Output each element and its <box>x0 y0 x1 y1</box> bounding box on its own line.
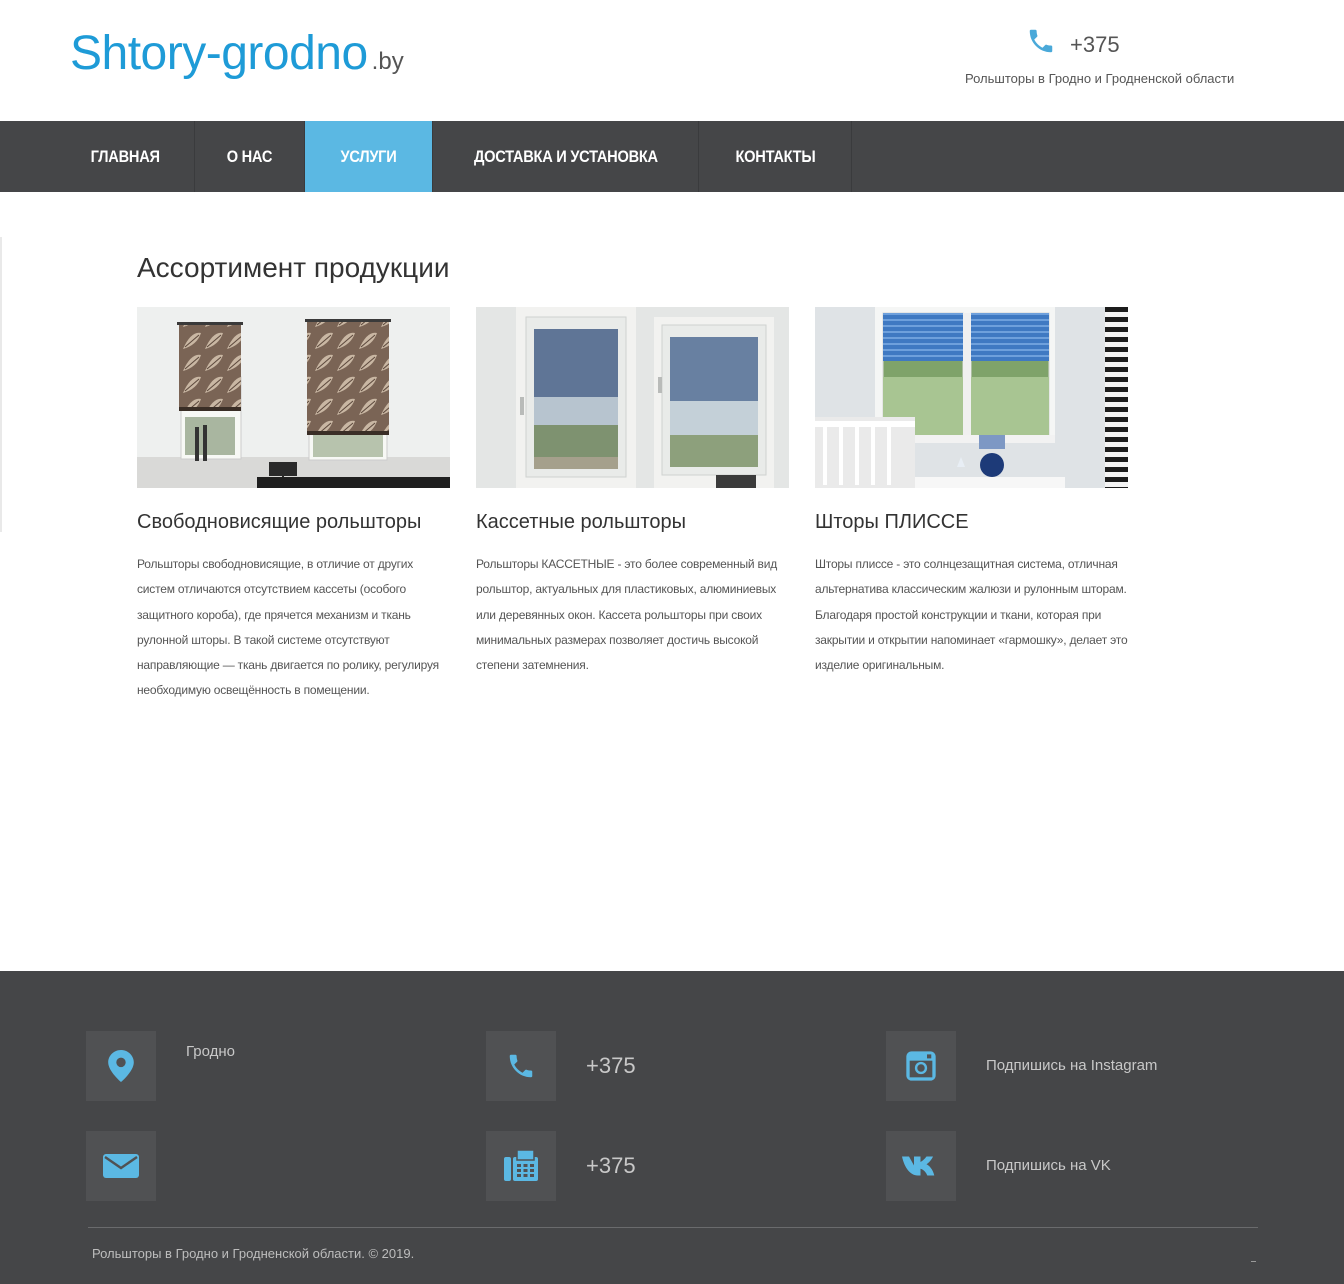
phone-icon <box>1029 29 1053 53</box>
map-marker-icon <box>108 1050 134 1082</box>
nav-item-home[interactable]: ГЛАВНАЯ <box>56 121 195 192</box>
fax-icon <box>504 1149 538 1181</box>
footer-vk-link[interactable]: Подпишись на VK <box>986 1157 1111 1174</box>
footer-phone-box <box>486 1031 556 1101</box>
instagram-icon <box>906 1051 936 1081</box>
nav-item-contacts[interactable]: КОНТАКТЫ <box>699 121 852 192</box>
footer-fax[interactable]: +375 <box>586 1153 636 1179</box>
product-card: Свободновисящие рольшторы Рольшторы своб… <box>137 307 450 697</box>
nav-item-services[interactable]: УСЛУГИ <box>305 121 433 192</box>
phone-icon <box>509 1054 533 1078</box>
product-card: Кассетные рольшторы Рольшторы КАССЕТНЫЕ … <box>476 307 789 672</box>
footer-vk-box[interactable] <box>886 1131 956 1201</box>
vk-icon <box>902 1156 935 1176</box>
header-phone[interactable]: +375 <box>1026 24 1136 64</box>
main-nav: ГЛАВНАЯ О НАС УСЛУГИ ДОСТАВКА И УСТАНОВК… <box>0 121 1344 192</box>
footer-phone[interactable]: +375 <box>586 1053 636 1079</box>
footer-divider <box>88 1227 1258 1228</box>
header-tagline: Рольшторы в Гродно и Гродненской области <box>965 71 1235 86</box>
logo-tld: .by <box>371 48 404 75</box>
footer-email-box <box>86 1131 156 1201</box>
footer-instagram-link[interactable]: Подпишись на Instagram <box>986 1057 1157 1074</box>
product-image-free-hanging[interactable] <box>137 307 450 488</box>
product-description: Шторы плиссе - это солнцезащитная систем… <box>815 557 1128 673</box>
header-phone-number: +375 <box>1070 32 1120 57</box>
logo-text: Shtory-grodno <box>70 27 368 80</box>
footer-instagram-box[interactable] <box>886 1031 956 1101</box>
footer-location-box <box>86 1031 156 1101</box>
site-header: Shtory-grodno .by +375 Рольшторы в Гродно… <box>0 0 1344 121</box>
left-edge-line <box>0 237 2 532</box>
product-image-cassette[interactable] <box>476 307 789 488</box>
nav-item-delivery[interactable]: ДОСТАВКА И УСТАНОВКА <box>433 121 699 192</box>
product-description: Рольшторы свободновисящие, в отличие от … <box>137 557 439 698</box>
product-title[interactable]: Свободновисящие рольшторы <box>137 511 421 534</box>
footer-city: Гродно <box>186 1043 236 1060</box>
product-title[interactable]: Шторы ПЛИССЕ <box>815 511 969 534</box>
footer-fax-box <box>486 1131 556 1201</box>
nav-item-about[interactable]: О НАС <box>195 121 305 192</box>
footer-copyright: Рольшторы в Гродно и Гродненской области… <box>92 1246 415 1261</box>
product-card: Шторы ПЛИССЕ Шторы плиссе - это солнцеза… <box>815 307 1128 672</box>
footer-decoration <box>1251 1261 1256 1262</box>
product-description: Рольшторы КАССЕТНЫЕ - это более современ… <box>476 557 778 673</box>
envelope-icon <box>103 1154 139 1178</box>
page-title: Ассортимент продукции <box>137 252 450 283</box>
site-logo[interactable]: Shtory-grodno .by <box>70 26 404 81</box>
product-image-plisse[interactable] <box>815 307 1128 488</box>
site-footer: Гродно +375 Подпишись на Instagram +375 … <box>0 971 1344 1284</box>
product-title[interactable]: Кассетные рольшторы <box>476 511 686 534</box>
